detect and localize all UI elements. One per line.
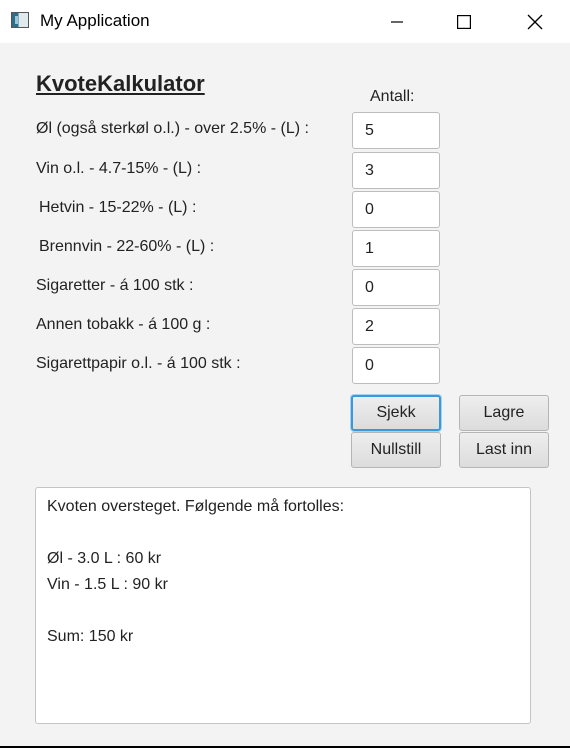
title-bar[interactable]: My Application xyxy=(0,0,570,43)
minimize-button[interactable] xyxy=(374,0,420,43)
other-tobacco-quantity-input[interactable] xyxy=(352,308,440,345)
result-line: Sum: 150 kr xyxy=(47,628,134,645)
maximize-button[interactable] xyxy=(441,0,487,43)
spirits-quantity-input[interactable] xyxy=(352,230,440,267)
cigarettes-quantity-input[interactable] xyxy=(352,269,440,306)
cigarette-paper-label: Sigarettpapir o.l. - á 100 stk : xyxy=(36,355,241,372)
minimize-icon xyxy=(391,20,403,23)
result-line xyxy=(47,598,519,624)
result-text-area[interactable]: Kvoten oversteget. Følgende må fortolles… xyxy=(35,487,531,724)
fortified-wine-label: Hetvin - 15-22% - (L) : xyxy=(39,199,197,216)
beer-quantity-input[interactable] xyxy=(352,112,440,149)
spirits-label: Brennvin - 22-60% - (L) : xyxy=(39,238,215,255)
application-window: My Application KvoteKalkulator Antall: Ø… xyxy=(0,0,570,748)
save-button[interactable]: Lagre xyxy=(459,395,549,431)
beer-label: Øl (også sterkøl o.l.) - over 2.5% - (L)… xyxy=(36,120,309,137)
cigarette-paper-quantity-input[interactable] xyxy=(352,347,440,384)
app-heading: KvoteKalkulator xyxy=(36,71,205,96)
other-tobacco-label: Annen tobakk - á 100 g : xyxy=(36,316,211,333)
result-line: Kvoten oversteget. Følgende må fortolles… xyxy=(47,498,345,515)
close-icon xyxy=(527,14,543,29)
maximize-icon xyxy=(457,14,471,29)
check-button[interactable]: Sjekk xyxy=(351,395,441,431)
result-line xyxy=(47,520,519,546)
fortified-wine-quantity-input[interactable] xyxy=(352,191,440,228)
close-button[interactable] xyxy=(512,0,558,43)
wine-quantity-input[interactable] xyxy=(352,152,440,189)
quantity-column-label: Antall: xyxy=(370,88,415,105)
cigarettes-label: Sigaretter - á 100 stk : xyxy=(36,277,194,294)
load-button[interactable]: Last inn xyxy=(459,432,549,468)
result-line: Vin - 1.5 L : 90 kr xyxy=(47,576,168,593)
result-line: Øl - 3.0 L : 60 kr xyxy=(47,550,162,567)
app-icon xyxy=(11,12,29,28)
window-title: My Application xyxy=(40,11,150,30)
wine-label: Vin o.l. - 4.7-15% - (L) : xyxy=(36,160,202,177)
reset-button[interactable]: Nullstill xyxy=(351,432,441,468)
